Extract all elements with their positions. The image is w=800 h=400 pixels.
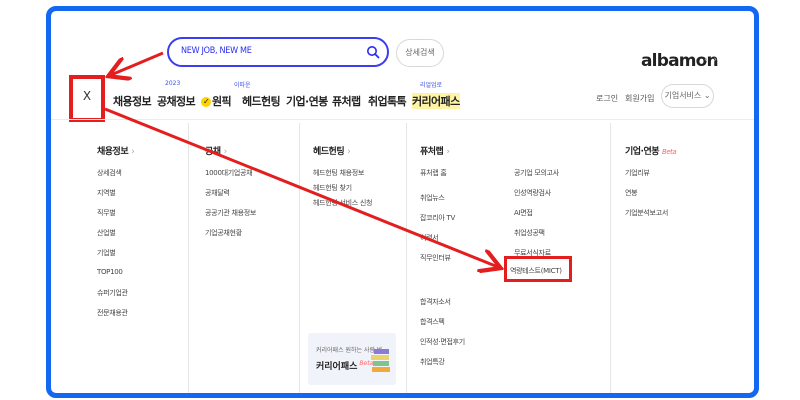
arrow-to-mict xyxy=(104,107,498,267)
annotation-arrows xyxy=(51,51,754,393)
arrow-to-close xyxy=(111,51,164,75)
browser-frame: NEW JOB, NEW ME 상세검색 albamon ‹ › X 채용정보 … xyxy=(46,6,759,398)
